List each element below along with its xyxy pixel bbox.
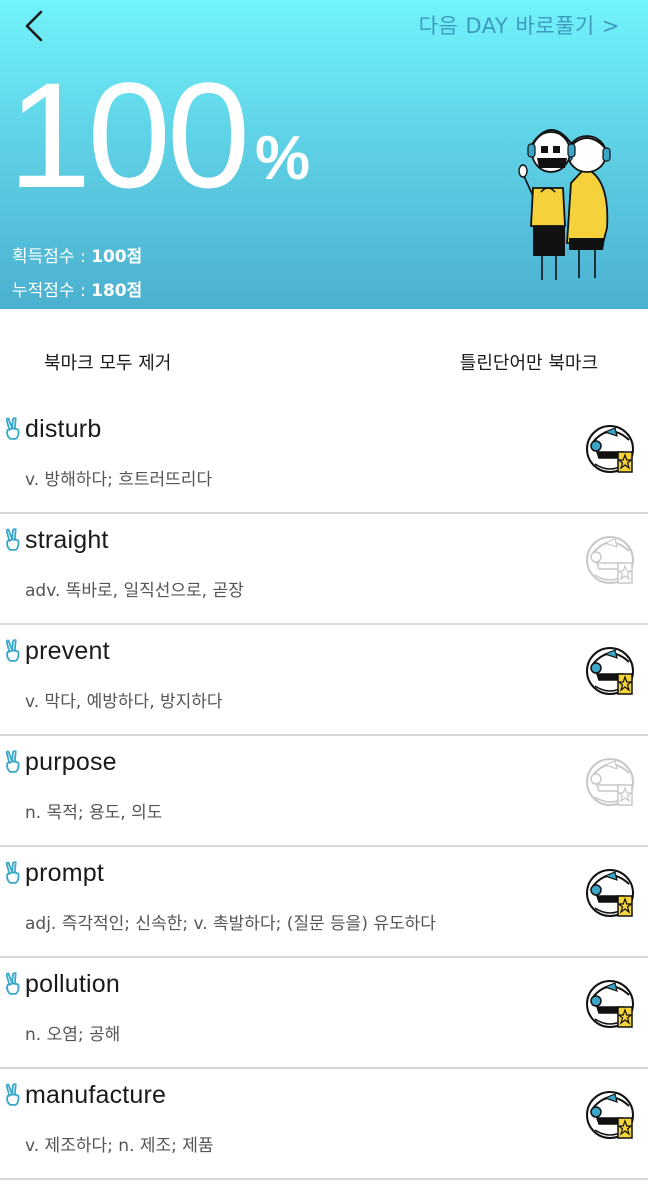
earned-score: 획득점수 : 100점 (12, 242, 142, 267)
word-row[interactable]: prompt adj. 즉각적인; 신속한; v. 촉발하다; (질문 등을) 유… (0, 847, 648, 958)
word-text: straight (25, 526, 109, 554)
next-day-link[interactable]: 다음 DAY 바로풀기 > (419, 10, 620, 40)
word-meaning: n. 목적; 용도, 의도 (25, 803, 163, 823)
victory-hand-icon (4, 861, 22, 885)
word-text: prevent (25, 637, 110, 665)
victory-hand-icon (4, 1083, 22, 1107)
bookmark-mascot-icon (586, 536, 634, 584)
chevron-left-icon (25, 10, 43, 42)
bookmark-mascot-icon (586, 980, 634, 1028)
word-meaning: adv. 똑바로, 일직선으로, 곧장 (25, 581, 244, 601)
score-percent-value: 100 (8, 51, 250, 219)
back-button[interactable] (16, 8, 52, 44)
word-row[interactable]: prevent v. 막다, 예방하다, 방지하다 (0, 625, 648, 736)
victory-hand-icon (4, 750, 22, 774)
earned-score-label: 획득점수 : (12, 247, 92, 267)
total-score-value: 180점 (91, 281, 143, 301)
bookmark-wrong-only-button[interactable]: 틀린단어만 북마크 (460, 349, 598, 375)
word-row[interactable]: straight adv. 똑바로, 일직선으로, 곧장 (0, 514, 648, 625)
bookmark-toggle-on[interactable] (585, 868, 637, 920)
victory-hand-icon (4, 417, 22, 441)
bookmark-toggle-on[interactable] (585, 1090, 637, 1142)
victory-hand-icon (4, 528, 22, 552)
word-list: disturb v. 방해하다; 흐트러뜨리다 straight adv. 똑바로, … (0, 403, 648, 1180)
word-row[interactable]: purpose n. 목적; 용도, 의도 (0, 736, 648, 847)
word-row[interactable]: disturb v. 방해하다; 흐트러뜨리다 (0, 403, 648, 514)
bookmark-toggle-off[interactable] (585, 535, 637, 587)
bookmark-toggle-on[interactable] (585, 424, 637, 476)
bookmark-mascot-icon (586, 425, 634, 473)
bookmark-toggle-on[interactable] (585, 646, 637, 698)
word-row[interactable]: manufacture v. 제조하다; n. 제조; 제품 (0, 1069, 648, 1180)
victory-hand-icon (4, 972, 22, 996)
mascot-couple-illustration (518, 129, 611, 280)
word-text: purpose (25, 748, 117, 776)
score-percent-unit: % (255, 124, 311, 193)
word-meaning: v. 제조하다; n. 제조; 제품 (25, 1136, 214, 1156)
word-meaning: v. 막다, 예방하다, 방지하다 (25, 692, 223, 712)
earned-score-value: 100점 (91, 247, 143, 267)
bookmark-toggle-off[interactable] (585, 757, 637, 809)
remove-all-bookmarks-button[interactable]: 북마크 모두 제거 (44, 349, 171, 375)
word-meaning: v. 방해하다; 흐트러뜨리다 (25, 470, 213, 490)
word-text: disturb (25, 415, 102, 443)
word-text: prompt (25, 859, 105, 887)
bookmark-mascot-icon (586, 647, 634, 695)
bookmark-mascot-icon (586, 869, 634, 917)
word-meaning: adj. 즉각적인; 신속한; v. 촉발하다; (질문 등을) 유도하다 (25, 914, 436, 934)
bookmark-actions: 북마크 모두 제거 틀린단어만 북마크 (0, 309, 648, 403)
word-row[interactable]: pollution n. 오염; 공해 (0, 958, 648, 1069)
word-text: manufacture (25, 1081, 167, 1109)
bookmark-toggle-on[interactable] (585, 979, 637, 1031)
total-score-label: 누적점수 : (12, 281, 92, 301)
total-score: 누적점수 : 180점 (12, 276, 142, 301)
word-text: pollution (25, 970, 120, 998)
result-header: 다음 DAY 바로풀기 > 100 % 획득점수 : 100점 누적점수 : 1… (0, 0, 648, 309)
bookmark-mascot-icon (586, 758, 634, 806)
victory-hand-icon (4, 639, 22, 663)
bookmark-mascot-icon (586, 1091, 634, 1139)
word-meaning: n. 오염; 공해 (25, 1025, 121, 1045)
